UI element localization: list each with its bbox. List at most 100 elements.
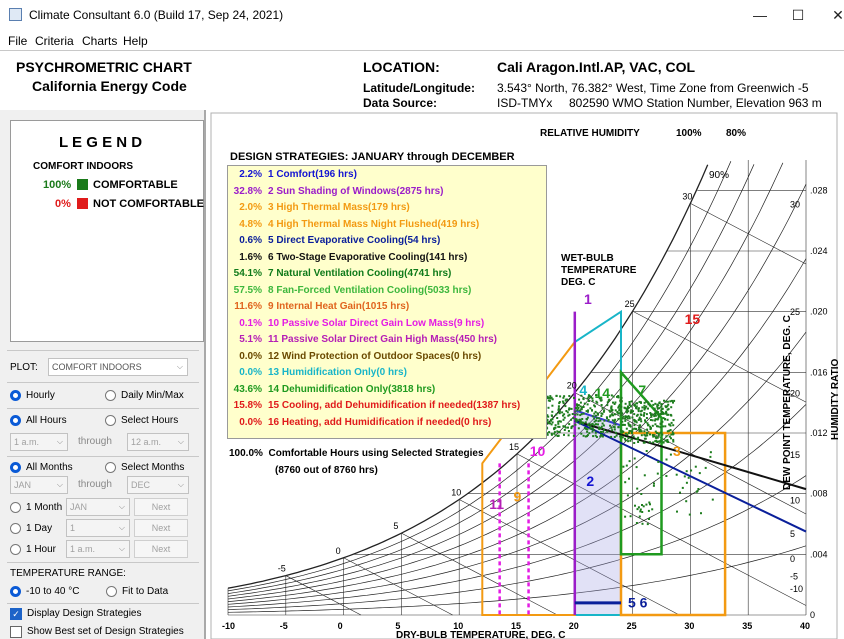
hour-point	[661, 411, 664, 413]
hour-point	[645, 405, 648, 408]
all-months-radio[interactable]	[10, 462, 21, 473]
fit-to-data-radio[interactable]	[106, 586, 117, 597]
hour-point	[635, 437, 638, 440]
all-hours-radio[interactable]	[10, 415, 21, 426]
plot-select[interactable]: COMFORT INDOORS ⌵	[48, 358, 188, 376]
dew-point-label: DEW POINT TEMPERATURE, DEG. C	[782, 315, 793, 490]
one-month-select[interactable]: JAN ⌵	[66, 498, 130, 516]
one-day-select[interactable]: 1 ⌵	[66, 519, 130, 537]
daily-radio[interactable]	[105, 390, 116, 401]
one-hour-select[interactable]: 1 a.m. ⌵	[66, 540, 130, 558]
next-hour-button[interactable]: Next	[134, 540, 188, 558]
x-tick-label: 10	[453, 621, 463, 631]
hour-point	[679, 491, 681, 494]
menu-criteria[interactable]: Criteria	[35, 34, 74, 48]
select-months-radio[interactable]	[105, 462, 116, 473]
hour-point	[643, 430, 646, 433]
hour-point	[589, 407, 592, 410]
hour-point	[665, 475, 668, 477]
hour-point	[663, 399, 665, 402]
strategy-pct: 0.0%	[239, 416, 262, 428]
wetbulb-tick: 10	[451, 487, 461, 497]
hour-point	[576, 408, 579, 411]
one-month-radio[interactable]	[10, 502, 21, 513]
hour-point	[629, 424, 632, 427]
maximize-button[interactable]: ☐	[780, 4, 816, 26]
next-day-button[interactable]: Next	[134, 519, 188, 537]
hour-point	[649, 433, 651, 436]
hour-point	[593, 412, 596, 415]
y-tick-label: .004	[810, 549, 828, 559]
hour-point	[648, 518, 650, 520]
hour-point	[655, 436, 658, 439]
hour-point	[640, 430, 643, 433]
hour-point	[635, 522, 638, 524]
menu-help[interactable]: Help	[123, 34, 148, 48]
daily-label: Daily Min/Max	[121, 390, 184, 401]
hour-point	[579, 414, 582, 417]
menu-file[interactable]: File	[8, 34, 27, 48]
hour-point	[622, 415, 625, 418]
month-to-select[interactable]: DEC ⌵	[127, 476, 189, 494]
menu-charts[interactable]: Charts	[82, 34, 117, 48]
hour-point	[640, 414, 643, 416]
hour-point	[643, 412, 646, 414]
hourly-radio[interactable]	[10, 390, 21, 401]
hour-point	[637, 407, 640, 410]
next-month-button[interactable]: Next	[134, 498, 188, 516]
strategy-row: 43.6% 14 Dehumidification Only(3818 hrs)	[228, 384, 436, 395]
divider	[7, 382, 199, 383]
strategy-row: 0.1% 10 Passive Solar Direct Gain Low Mas…	[228, 318, 484, 329]
y-tick-label: .020	[810, 307, 828, 317]
strategy-row: 0.6% 5 Direct Evaporative Cooling(54 hrs)	[228, 235, 440, 246]
hour-point	[617, 418, 620, 421]
hour-from-select[interactable]: 1 a.m. ⌵	[10, 433, 68, 451]
one-hour-label: 1 Hour	[26, 544, 57, 555]
display-strategies-checkbox[interactable]: ✓	[10, 608, 22, 620]
hour-point	[578, 418, 581, 421]
hour-point	[639, 510, 642, 513]
hour-point	[571, 425, 574, 428]
hour-point	[657, 460, 660, 463]
one-day-radio[interactable]	[10, 523, 21, 534]
hour-point	[586, 428, 589, 431]
hour-point	[614, 413, 616, 416]
hour-point	[563, 433, 565, 436]
hour-to-select[interactable]: 12 a.m. ⌵	[127, 433, 189, 451]
temp-range-radio[interactable]	[10, 586, 21, 597]
close-button[interactable]: ✕	[820, 4, 844, 26]
show-best-checkbox[interactable]	[10, 626, 22, 638]
hour-point	[589, 427, 592, 430]
zone-number: 3	[673, 443, 681, 459]
one-hour-radio[interactable]	[10, 544, 21, 555]
select-hours-radio[interactable]	[105, 415, 116, 426]
hour-point	[666, 440, 669, 443]
hour-point	[551, 410, 554, 413]
hour-point	[611, 409, 614, 412]
hour-point	[586, 403, 589, 406]
hour-point	[690, 469, 693, 472]
hour-point	[681, 486, 684, 489]
hour-point	[629, 405, 632, 408]
hour-point	[627, 406, 630, 409]
hour-point	[638, 400, 641, 403]
hour-point	[551, 414, 553, 417]
hour-point	[650, 415, 653, 418]
wetbulb-tick: 25	[625, 299, 635, 309]
hour-point	[593, 424, 596, 427]
hour-point	[556, 417, 559, 419]
hour-point	[652, 441, 655, 444]
hour-point	[662, 441, 665, 444]
hour-point	[562, 418, 565, 421]
hour-point	[600, 427, 603, 429]
hour-point	[643, 404, 646, 407]
strategy-label: 6 Two-Stage Evaporative Cooling(141 hrs)	[268, 251, 468, 263]
minimize-button[interactable]: —	[742, 4, 778, 26]
strategy-row: 15.8% 15 Cooling, add Dehumidification if…	[228, 400, 521, 411]
hour-point	[557, 405, 560, 408]
month-from-select[interactable]: JAN ⌵	[10, 476, 68, 494]
hour-point	[600, 415, 603, 417]
chevron-down-icon: ⌵	[56, 437, 63, 446]
hour-point	[594, 431, 597, 434]
strategy-row: 54.1% 7 Natural Ventilation Cooling(4741 …	[228, 268, 452, 279]
